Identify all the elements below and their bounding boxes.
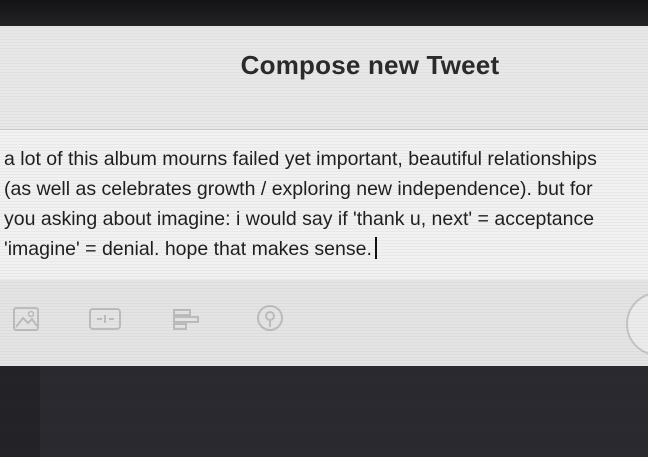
- screen: Compose new Tweet a lot of this album mo…: [0, 0, 648, 457]
- text-caret: [374, 237, 377, 259]
- location-icon[interactable]: [253, 302, 287, 336]
- dialog-header: Compose new Tweet: [0, 26, 648, 126]
- tweet-text-line: (as well as celebrates growth / explorin…: [4, 178, 593, 200]
- image-icon[interactable]: [9, 302, 43, 336]
- tweet-text-line: you asking about imagine: i would say if…: [4, 208, 595, 230]
- tweet-text: a lot of this album mourns failed yet im…: [4, 144, 648, 264]
- dialog-title: Compose new Tweet: [240, 50, 500, 80]
- tweet-textarea[interactable]: a lot of this album mourns failed yet im…: [0, 129, 648, 281]
- tweet-text-line: a lot of this album mourns failed yet im…: [4, 148, 597, 170]
- gif-icon[interactable]: [88, 302, 122, 336]
- tweet-text-line: 'imagine' = denial. hope that makes sens…: [4, 238, 372, 260]
- background-area: [0, 366, 648, 457]
- background-strip: [0, 366, 40, 457]
- poll-icon[interactable]: [170, 302, 204, 336]
- compose-tweet-dialog: Compose new Tweet a lot of this album mo…: [0, 26, 648, 366]
- tweet-button[interactable]: [626, 292, 648, 356]
- top-bezel: [0, 0, 648, 26]
- compose-toolbar: [0, 280, 648, 366]
